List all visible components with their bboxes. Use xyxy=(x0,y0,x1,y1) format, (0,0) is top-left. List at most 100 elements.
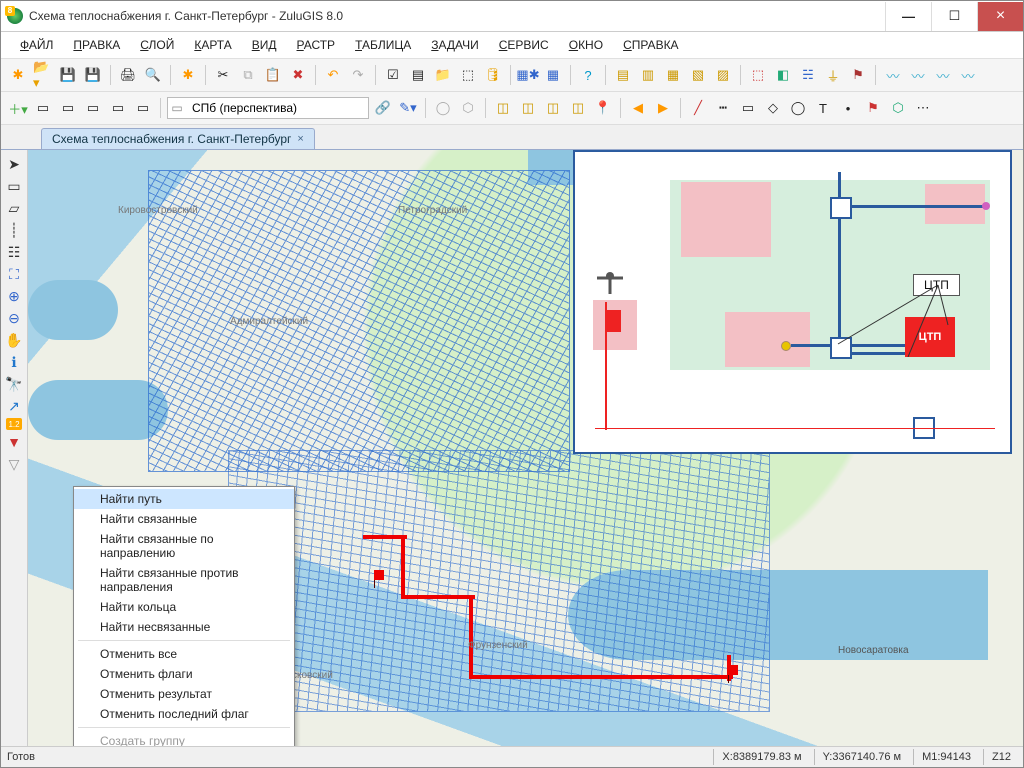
line-tool-icon[interactable]: ╱ xyxy=(687,97,709,119)
node-tool-icon[interactable]: • xyxy=(837,97,859,119)
open-file-icon[interactable]: 📂▾ xyxy=(32,64,54,86)
net1-icon[interactable]: ⬚ xyxy=(747,64,769,86)
ctx-find-upstream[interactable]: Найти связанные против направления xyxy=(74,563,294,597)
menu-file[interactable]: ФАЙЛ xyxy=(11,35,62,55)
save-all-icon[interactable]: 💾 xyxy=(82,64,104,86)
ctx-cancel-all[interactable]: Отменить все xyxy=(74,644,294,664)
copy-icon[interactable]: ⧉ xyxy=(237,64,259,86)
layer-b-icon[interactable]: ▭ xyxy=(57,97,79,119)
table-icon[interactable]: ▦ xyxy=(542,64,564,86)
tab-main[interactable]: Схема теплоснабжения г. Санкт-Петербург … xyxy=(41,128,315,149)
map-view[interactable]: Кировостровский Петроградский Адмиралтей… xyxy=(28,150,1023,746)
ctx-find-disconnected[interactable]: Найти несвязанные xyxy=(74,617,294,637)
flag-tool-icon[interactable]: ⚑ xyxy=(862,97,884,119)
menu-edit[interactable]: ПРАВКА xyxy=(64,35,129,55)
select-poly-icon[interactable]: ▱ xyxy=(4,198,24,218)
pan-icon[interactable]: ✋ xyxy=(4,330,24,350)
menu-view[interactable]: ВИД xyxy=(243,35,286,55)
card-icon[interactable]: ▤ xyxy=(407,64,429,86)
fwd-icon[interactable]: ▶ xyxy=(652,97,674,119)
pin-icon[interactable]: 📍 xyxy=(592,97,614,119)
card3-icon[interactable]: ▥ xyxy=(637,64,659,86)
flag-gray-icon[interactable]: ▽ xyxy=(4,454,24,474)
ctx-cancel-flags[interactable]: Отменить флаги xyxy=(74,664,294,684)
menu-table[interactable]: ТАБЛИЦА xyxy=(346,35,420,55)
link2-icon[interactable]: ↗ xyxy=(4,396,24,416)
ctx-cancel-last[interactable]: Отменить последний флаг xyxy=(74,704,294,724)
paste-icon[interactable]: 📋 xyxy=(262,64,284,86)
save-icon[interactable]: 💾 xyxy=(57,64,79,86)
layer-a-icon[interactable]: ▭ xyxy=(32,97,54,119)
menu-service[interactable]: СЕРВИС xyxy=(490,35,558,55)
layer-d-icon[interactable]: ▭ xyxy=(107,97,129,119)
poly-tool-icon[interactable]: ◇ xyxy=(762,97,784,119)
addlayer-icon[interactable]: ＋▾ xyxy=(7,97,29,119)
net4-icon[interactable]: ⏚ xyxy=(822,64,844,86)
minimize-button[interactable]: — xyxy=(885,2,931,31)
info-icon[interactable]: ℹ xyxy=(4,352,24,372)
print-icon[interactable]: 🖨 xyxy=(117,64,139,86)
select-group-icon[interactable]: ☷ xyxy=(4,242,24,262)
preview-icon[interactable]: 🔍 xyxy=(142,64,164,86)
ctx-find-path[interactable]: Найти путь xyxy=(74,489,294,509)
redo-icon[interactable]: ↷ xyxy=(347,64,369,86)
folder-icon[interactable]: 📁 xyxy=(432,64,454,86)
wave3-icon[interactable]: 〰 xyxy=(932,64,954,86)
text-tool-icon[interactable]: T xyxy=(812,97,834,119)
menu-map[interactable]: КАРТА xyxy=(185,35,240,55)
wave4-icon[interactable]: 〰 xyxy=(957,64,979,86)
schematic-canvas[interactable]: ЦТП ЦТП xyxy=(575,152,1010,452)
flag-red-icon[interactable]: ▼ xyxy=(4,432,24,452)
wave1-icon[interactable]: 〰 xyxy=(882,64,904,86)
grid-icon[interactable]: ▦✱ xyxy=(517,64,539,86)
undo-icon[interactable]: ↶ xyxy=(322,64,344,86)
layer-c-icon[interactable]: ▭ xyxy=(82,97,104,119)
gray-node-icon[interactable]: ⬡ xyxy=(457,97,479,119)
maximize-button[interactable]: ☐ xyxy=(931,2,977,31)
wave2-icon[interactable]: 〰 xyxy=(907,64,929,86)
geo2-icon[interactable]: ◫ xyxy=(517,97,539,119)
new-map-icon[interactable]: ✱ xyxy=(177,64,199,86)
net3-icon[interactable]: ☵ xyxy=(797,64,819,86)
back-icon[interactable]: ◀ xyxy=(627,97,649,119)
close-button[interactable]: × xyxy=(977,2,1023,31)
ctx-find-ap[interactable]: Найти кольца xyxy=(74,597,294,617)
netflag-icon[interactable]: ⚑ xyxy=(847,64,869,86)
geo1-icon[interactable]: ◫ xyxy=(492,97,514,119)
select-rect-icon[interactable]: ▭ xyxy=(4,176,24,196)
tab-close-icon[interactable]: × xyxy=(297,133,303,145)
ctx-find-downstream[interactable]: Найти связанные по направлению xyxy=(74,529,294,563)
layer-e-icon[interactable]: ▭ xyxy=(132,97,154,119)
zoomin-icon[interactable]: ⊕ xyxy=(4,286,24,306)
menu-raster[interactable]: РАСТР xyxy=(288,35,345,55)
net2-icon[interactable]: ◧ xyxy=(772,64,794,86)
geo3-icon[interactable]: ◫ xyxy=(542,97,564,119)
net-calc-icon[interactable]: ⬡ xyxy=(887,97,909,119)
select-line-icon[interactable]: ┊ xyxy=(4,220,24,240)
menu-help[interactable]: СПРАВКА xyxy=(614,35,688,55)
seg-tool-icon[interactable]: ┅ xyxy=(712,97,734,119)
layer-selector[interactable]: ▭ xyxy=(167,97,369,119)
cut-icon[interactable]: ✂ xyxy=(212,64,234,86)
extra-tool-icon[interactable]: ⋯ xyxy=(912,97,934,119)
link-icon[interactable]: 🔗 xyxy=(372,97,394,119)
ctx-cancel-result[interactable]: Отменить результат xyxy=(74,684,294,704)
new-file-icon[interactable]: ✱ xyxy=(7,64,29,86)
gray-circle-icon[interactable]: ◯ xyxy=(432,97,454,119)
menu-tasks[interactable]: ЗАДАЧИ xyxy=(422,35,487,55)
checklist-icon[interactable]: ☑ xyxy=(382,64,404,86)
binoc-icon[interactable]: 🔭 xyxy=(4,374,24,394)
ctx-find-connected[interactable]: Найти связанные xyxy=(74,509,294,529)
geo4-icon[interactable]: ◫ xyxy=(567,97,589,119)
pencil-icon[interactable]: ✎▾ xyxy=(397,97,419,119)
rect-tool-icon[interactable]: ▭ xyxy=(737,97,759,119)
card6-icon[interactable]: ▨ xyxy=(712,64,734,86)
circle-tool-icon[interactable]: ◯ xyxy=(787,97,809,119)
window-icon[interactable]: ⬚ xyxy=(457,64,479,86)
menu-window[interactable]: ОКНО xyxy=(560,35,612,55)
schematic-window[interactable]: Четырехтрубная схема тепловой сети после… xyxy=(573,150,1012,454)
help-icon[interactable]: ? xyxy=(577,64,599,86)
card4-icon[interactable]: ▦ xyxy=(662,64,684,86)
menu-layer[interactable]: СЛОЙ xyxy=(131,35,183,55)
fit-icon[interactable]: ⛶ xyxy=(4,264,24,284)
